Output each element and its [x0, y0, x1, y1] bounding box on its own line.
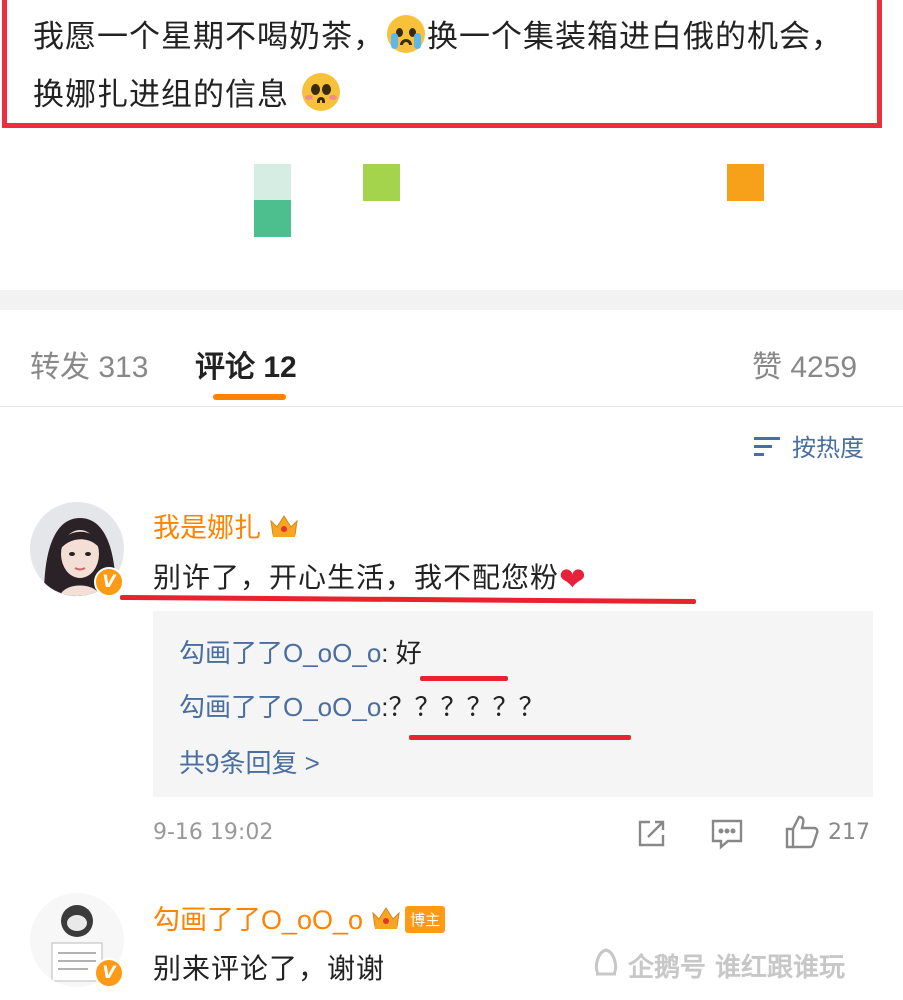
sort-icon	[754, 433, 784, 459]
comment-timestamp: 9-16 19:02	[153, 820, 274, 845]
color-square-green	[254, 200, 291, 237]
reply-text: ？？？？？？	[388, 692, 545, 722]
verified-badge-icon: V	[94, 958, 124, 988]
tab-likes-label: 赞	[752, 351, 782, 384]
red-underline-mark	[409, 735, 631, 740]
pleading-emoji-icon	[301, 73, 340, 111]
comment-text: 别来评论了，谢谢	[153, 952, 386, 985]
active-tab-indicator	[213, 394, 286, 400]
color-square-lime	[363, 164, 400, 201]
comment-text-content: 别许了，开心生活，我不配您粉	[153, 561, 560, 594]
more-replies-link[interactable]: 共9条回复 >	[179, 743, 320, 780]
comment-username-text: 我是娜扎	[153, 513, 261, 543]
verified-badge-icon: V	[94, 567, 124, 597]
tab-repost-count: 313	[98, 351, 149, 384]
comment-text: 别许了，开心生活，我不配您粉❤	[153, 556, 587, 598]
red-underline-mark	[119, 594, 697, 605]
tab-comments-label: 评论	[195, 351, 255, 384]
comment-icon[interactable]	[710, 818, 744, 854]
color-square-orange	[727, 164, 764, 201]
share-icon[interactable]	[636, 818, 668, 852]
reply-item[interactable]: 勾画了了O_oO_o: 好	[179, 633, 422, 670]
sort-by-hot-button[interactable]: 按热度	[754, 428, 864, 463]
watermark: 企鹅号 谁红跟谁玩	[590, 946, 845, 985]
tab-likes[interactable]: 赞 4259	[752, 342, 857, 386]
crown-icon	[269, 513, 299, 537]
red-underline-mark	[420, 676, 508, 681]
post-text-part1: 我愿一个星期不喝奶茶，	[33, 19, 385, 55]
tab-repost[interactable]: 转发 313	[30, 342, 148, 386]
tab-comments-count: 12	[263, 351, 297, 384]
sort-label: 按热度	[792, 434, 864, 462]
comment-like-count: 217	[828, 820, 870, 845]
reply-username[interactable]: 勾画了了O_oO_o	[179, 692, 381, 722]
comment-username[interactable]: 我是娜扎	[153, 506, 299, 545]
like-thumb-icon[interactable]	[784, 814, 820, 854]
color-square-light-green	[254, 164, 291, 201]
penguin-logo-icon	[590, 946, 622, 985]
comment-username-text: 勾画了了O_oO_o	[153, 905, 364, 935]
watermark-text: 企鹅号 谁红跟谁玩	[628, 953, 846, 983]
comment-username[interactable]: 勾画了了O_oO_o 博主	[153, 898, 446, 937]
reply-username[interactable]: 勾画了了O_oO_o	[179, 638, 381, 668]
post-highlight-box: 我愿一个星期不喝奶茶， 换一个集装箱进白俄的机会，换娜扎进组的信息	[2, 0, 882, 128]
tab-repost-label: 转发	[30, 351, 90, 384]
author-tag-badge: 博主	[405, 906, 446, 933]
reply-item[interactable]: 勾画了了O_oO_o:？？？？？？	[179, 687, 545, 724]
interaction-tabs: 转发 313 评论 12 赞 4259	[0, 310, 903, 407]
heart-icon: ❤	[559, 560, 587, 598]
crown-icon	[371, 905, 401, 929]
tab-likes-count: 4259	[790, 351, 858, 384]
post-text: 我愿一个星期不喝奶茶， 换一个集装箱进白俄的机会，换娜扎进组的信息	[33, 8, 861, 124]
tab-comments[interactable]: 评论 12	[195, 342, 297, 386]
section-separator	[0, 290, 903, 310]
crying-emoji-icon	[387, 15, 425, 53]
reply-box: 勾画了了O_oO_o: 好 勾画了了O_oO_o:？？？？？？ 共9条回复 >	[153, 611, 873, 797]
reply-text: 好	[395, 638, 422, 668]
